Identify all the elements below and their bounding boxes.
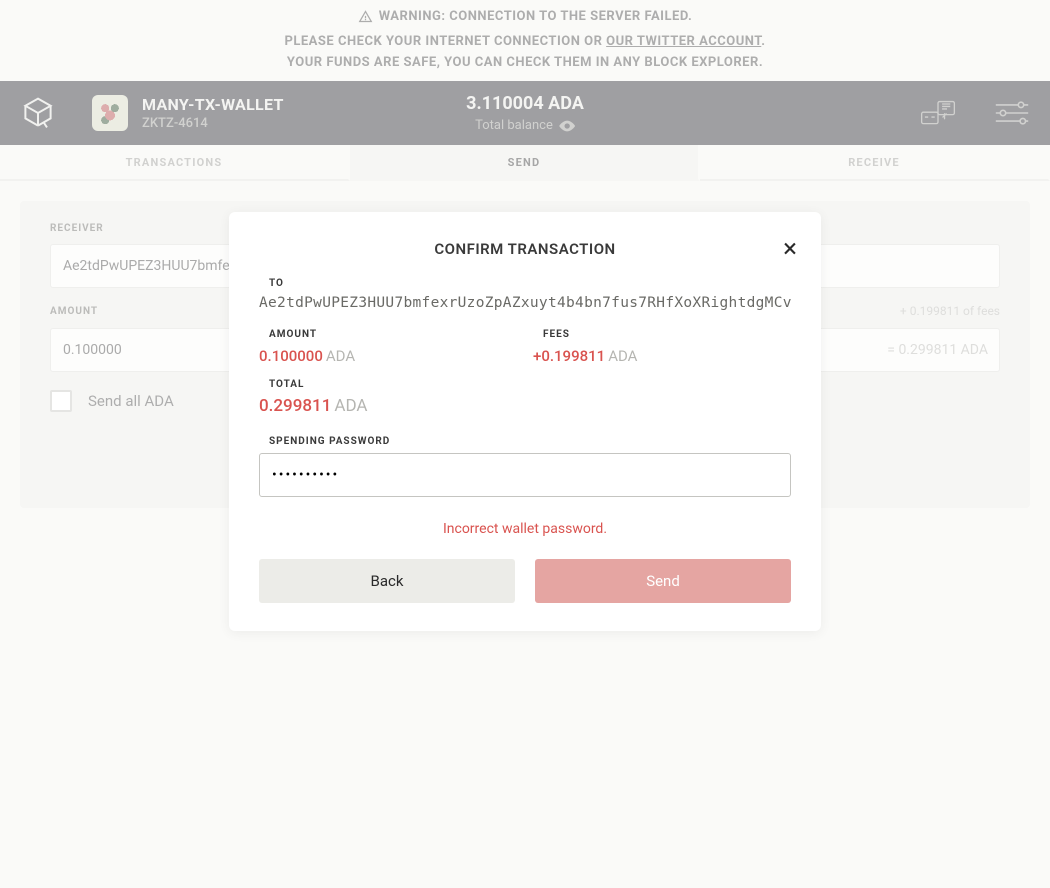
modal-total-value: 0.299811ADA	[259, 396, 791, 416]
confirm-transaction-modal: CONFIRM TRANSACTION × TO Ae2tdPwUPEZ3HUU…	[229, 212, 821, 631]
modal-title: CONFIRM TRANSACTION	[259, 240, 791, 258]
modal-overlay: CONFIRM TRANSACTION × TO Ae2tdPwUPEZ3HUU…	[0, 0, 1050, 888]
modal-amount-value: 0.100000ADA	[259, 346, 517, 365]
spending-password-label: SPENDING PASSWORD	[259, 436, 791, 447]
send-button[interactable]: Send	[535, 559, 791, 603]
modal-fees-value: +0.199811ADA	[533, 346, 791, 365]
close-icon[interactable]: ×	[783, 236, 797, 262]
modal-fees-label: FEES	[533, 329, 791, 340]
back-button[interactable]: Back	[259, 559, 515, 603]
password-error: Incorrect wallet password.	[259, 521, 791, 537]
modal-amount-label: AMOUNT	[259, 329, 517, 340]
to-address: Ae2tdPwUPEZ3HUU7bmfexrUzoZpAZxuyt4b4bn7f…	[259, 295, 791, 311]
modal-total-label: TOTAL	[259, 379, 791, 390]
spending-password-input[interactable]	[259, 453, 791, 497]
to-label: TO	[259, 278, 791, 289]
